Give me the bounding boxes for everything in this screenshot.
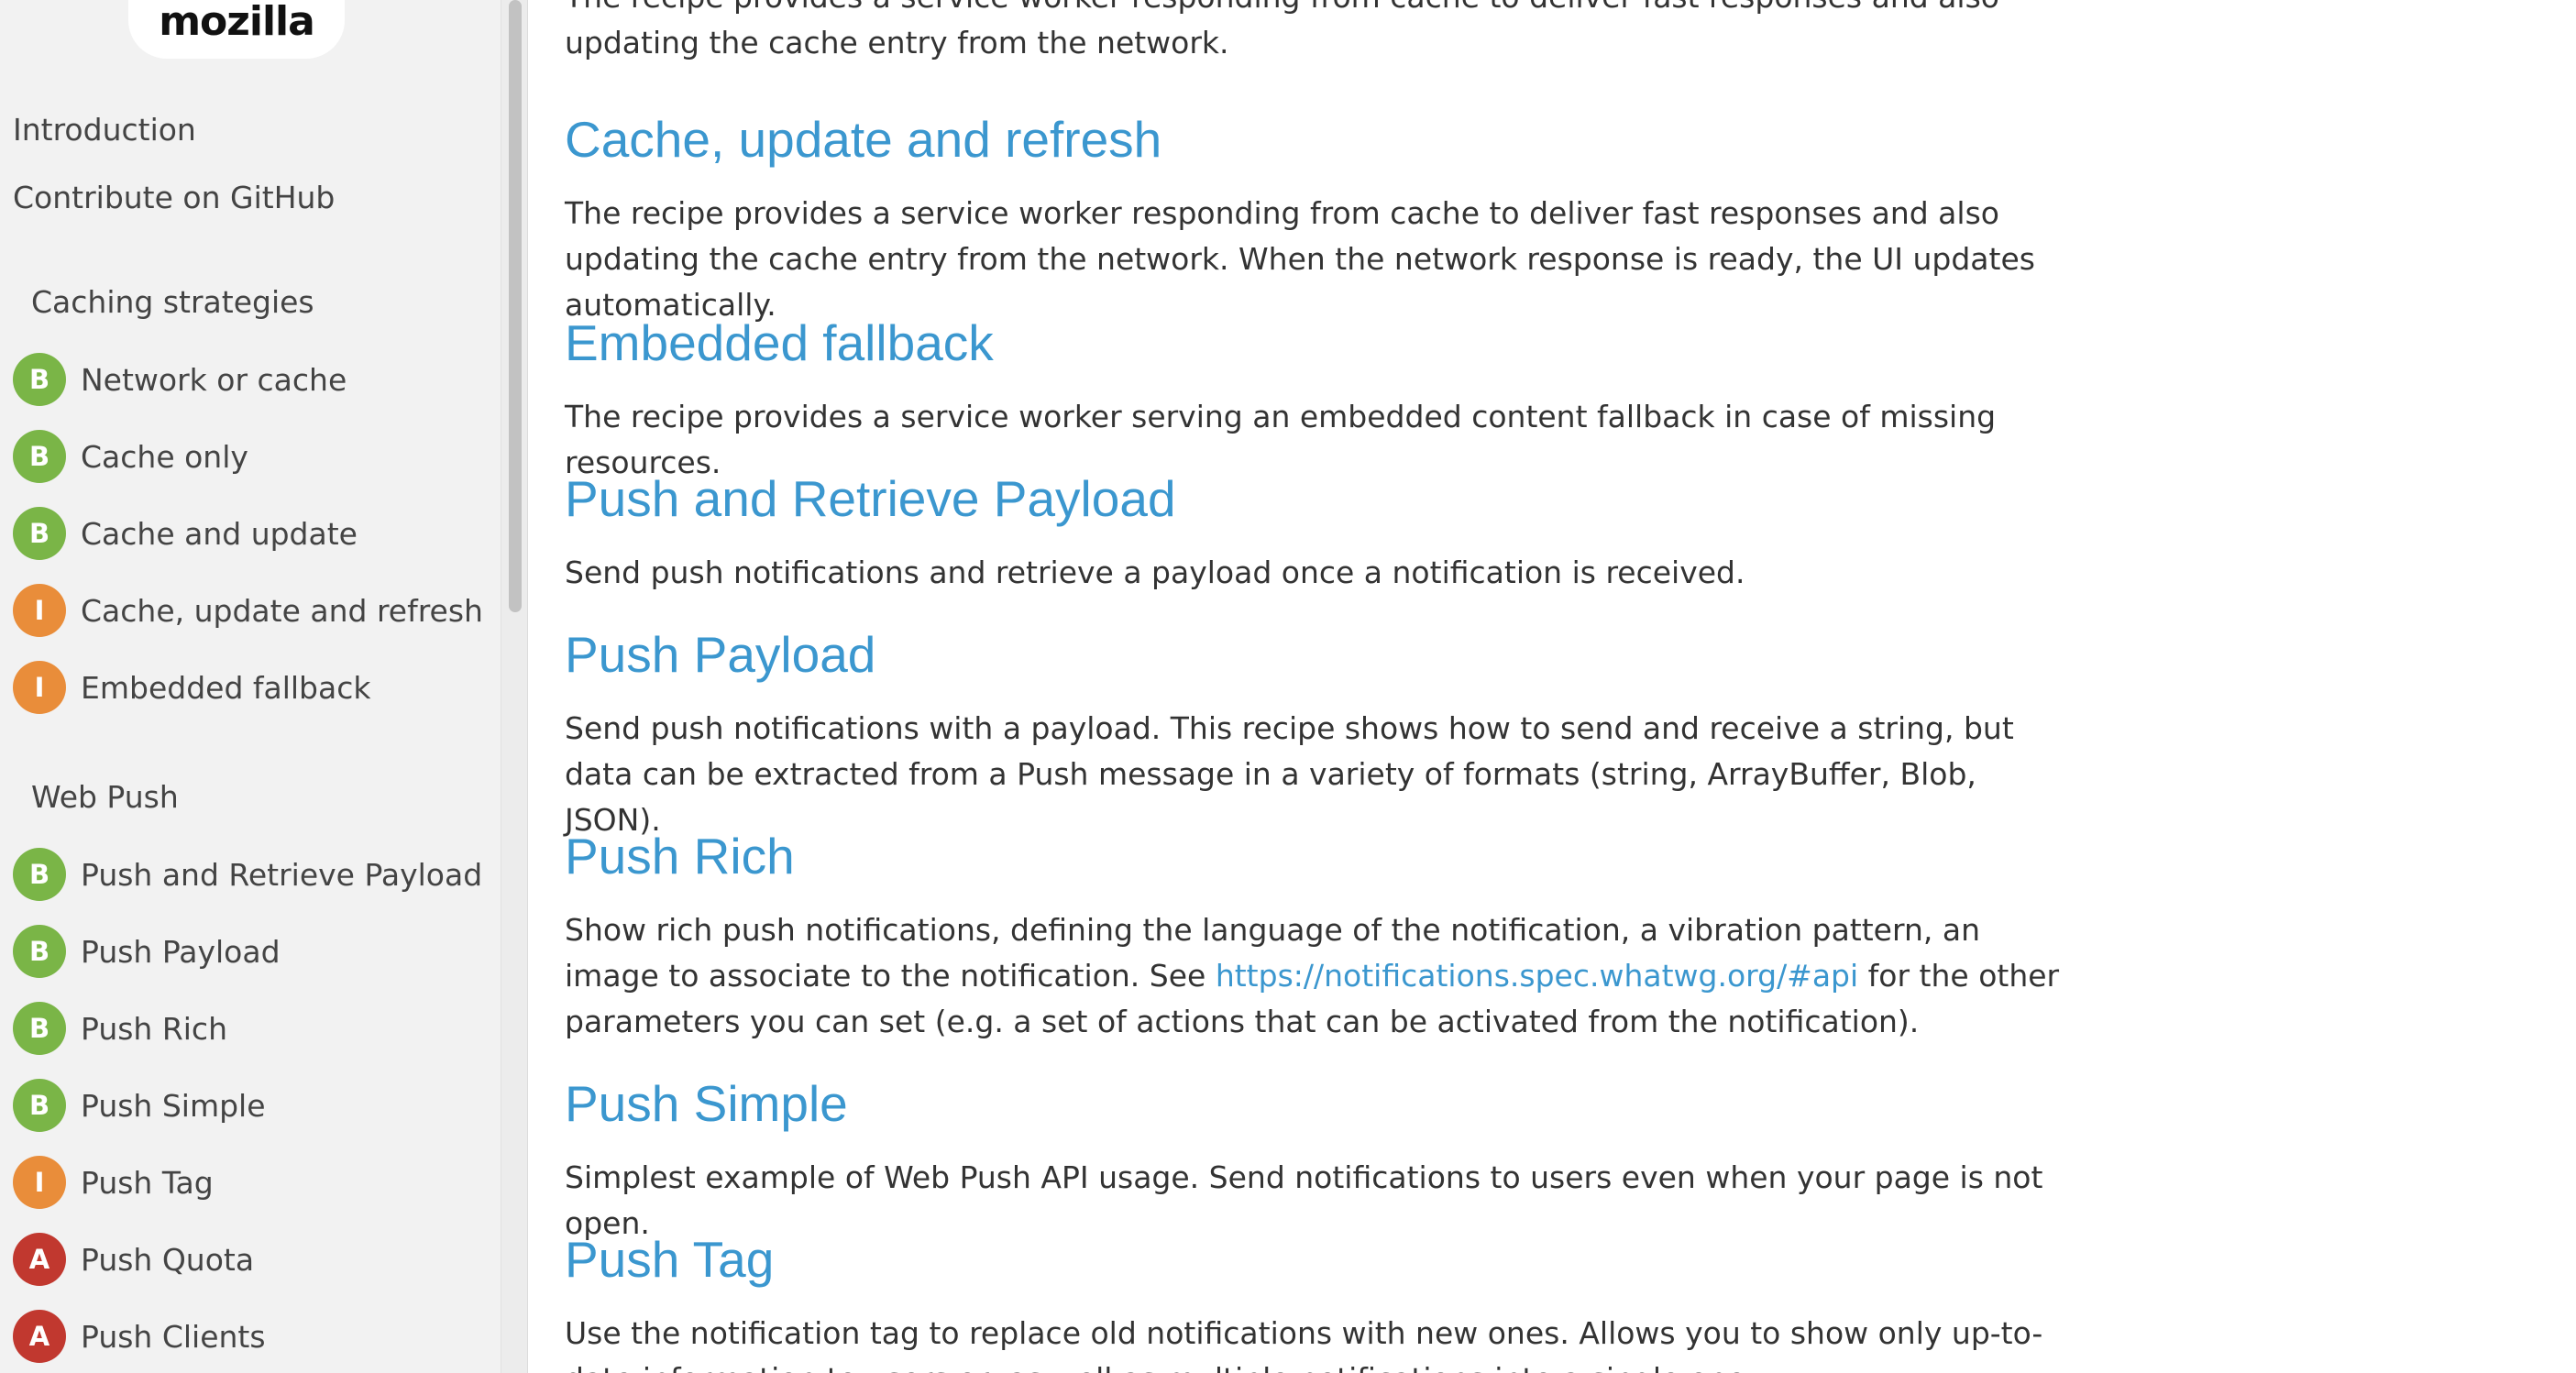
sidebar-item-label: Push Clients <box>81 1318 266 1355</box>
recipe-title-push-simple[interactable]: Push Simple <box>565 1074 848 1133</box>
sidebar-item-push-clients[interactable]: A Push Clients <box>13 1309 490 1364</box>
sidebar-item-cache-update-refresh[interactable]: I Cache, update and refresh <box>13 583 490 638</box>
nav-link-contribute-github[interactable]: Contribute on GitHub <box>13 180 335 215</box>
sidebar-scrollbar[interactable] <box>501 0 528 1373</box>
advanced-badge: A <box>13 1233 66 1286</box>
sidebar-item-label: Embedded fallback <box>81 669 371 706</box>
beginner-badge: B <box>13 353 66 406</box>
sidebar-item-push-quota[interactable]: A Push Quota <box>13 1232 490 1287</box>
recipe-list: The recipe provides a service worker res… <box>565 0 2077 1373</box>
recipe-description: The recipe provides a service worker res… <box>565 0 1999 60</box>
sidebar-item-push-tag[interactable]: I Push Tag <box>13 1155 490 1210</box>
recipe-title-cache-update-refresh[interactable]: Cache, update and refresh <box>565 110 1161 169</box>
mozilla-logo[interactable]: mozilla <box>128 0 345 59</box>
sidebar-scrollbar-thumb[interactable] <box>509 0 522 612</box>
recipe-title-push-rich[interactable]: Push Rich <box>565 827 795 885</box>
sidebar-item-label: Push Tag <box>81 1164 214 1201</box>
recipe-description: Simplest example of Web Push API usage. … <box>565 1159 2043 1241</box>
beginner-badge: B <box>13 1002 66 1055</box>
recipe-description: Send push notifications with a payload. … <box>565 710 2014 838</box>
recipe-description: Send push notifications and retrieve a p… <box>565 555 1745 590</box>
sidebar-item-push-payload[interactable]: B Push Payload <box>13 924 490 979</box>
recipe-title-embedded-fallback[interactable]: Embedded fallback <box>565 313 994 372</box>
sidebar-item-cache-only[interactable]: B Cache only <box>13 429 490 484</box>
beginner-badge: B <box>13 1079 66 1132</box>
sidebar-item-label: Network or cache <box>81 361 347 398</box>
sidebar-item-label: Push Simple <box>81 1087 266 1124</box>
recipe-title-push-tag[interactable]: Push Tag <box>565 1230 774 1289</box>
advanced-badge: A <box>13 1310 66 1363</box>
sidebar-item-embedded-fallback[interactable]: I Embedded fallback <box>13 660 490 715</box>
intermediate-badge: I <box>13 584 66 637</box>
sidebar-item-label: Push Quota <box>81 1241 255 1278</box>
sidebar-item-cache-and-update[interactable]: B Cache and update <box>13 506 490 561</box>
sidebar-item-label: Cache and update <box>81 515 358 552</box>
sidebar-item-label: Push and Retrieve Payload <box>81 856 483 893</box>
recipe-description: Show rich push notifications, defining t… <box>565 907 2068 1045</box>
section-title-web-push: Web Push <box>31 779 179 815</box>
sidebar-item-push-retrieve-payload[interactable]: B Push and Retrieve Payload <box>13 847 490 902</box>
sidebar-item-label: Cache only <box>81 438 248 475</box>
sidebar-item-network-or-cache[interactable]: B Network or cache <box>13 352 490 407</box>
section-title-caching-strategies: Caching strategies <box>31 284 314 320</box>
recipe-description: Use the notification tag to replace old … <box>565 1315 2043 1373</box>
beginner-badge: B <box>13 848 66 901</box>
sidebar-item-label: Push Payload <box>81 933 281 970</box>
recipe-description: The recipe provides a service worker res… <box>565 195 2035 323</box>
beginner-badge: B <box>13 507 66 560</box>
notifications-spec-link[interactable]: https://notifications.spec.whatwg.org/#a… <box>1216 958 1858 994</box>
sidebar-item-push-rich[interactable]: B Push Rich <box>13 1001 490 1056</box>
page: mozilla Introduction Contribute on GitHu… <box>0 0 2576 1373</box>
recipe-title-push-payload[interactable]: Push Payload <box>565 625 875 684</box>
nav-link-introduction[interactable]: Introduction <box>13 112 196 148</box>
beginner-badge: B <box>13 925 66 978</box>
intermediate-badge: I <box>13 661 66 714</box>
logo-text: mozilla <box>159 0 315 45</box>
sidebar-item-label: Cache, update and refresh <box>81 592 483 629</box>
sidebar-item-push-simple[interactable]: B Push Simple <box>13 1078 490 1133</box>
intermediate-badge: I <box>13 1156 66 1209</box>
beginner-badge: B <box>13 430 66 483</box>
sidebar-item-label: Push Rich <box>81 1010 227 1047</box>
sidebar: mozilla Introduction Contribute on GitHu… <box>0 0 501 1373</box>
recipe-title-push-retrieve-payload[interactable]: Push and Retrieve Payload <box>565 469 1176 528</box>
